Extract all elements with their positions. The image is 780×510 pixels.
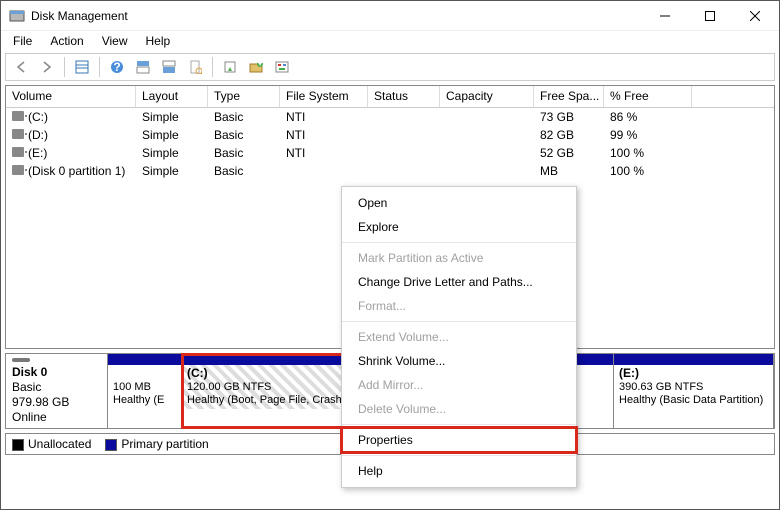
context-menu: Open Explore Mark Partition as Active Ch… — [341, 186, 577, 488]
svg-text:✦: ✦ — [255, 60, 263, 70]
volume-icon — [12, 111, 24, 121]
column-headers: Volume Layout Type File System Status Ca… — [6, 86, 774, 108]
volume-icon — [12, 129, 24, 139]
partition-block[interactable]: (E:)390.63 GB NTFSHealthy (Basic Data Pa… — [614, 354, 774, 428]
toolbar: ? ✦ — [5, 53, 775, 81]
menu-file[interactable]: File — [5, 32, 40, 50]
toolbar-details-icon[interactable] — [71, 56, 93, 78]
ctx-separator — [342, 321, 576, 322]
toolbar-separator — [99, 57, 100, 77]
volume-icon — [12, 147, 24, 157]
disk-type: Basic — [12, 380, 101, 394]
col-freespace[interactable]: Free Spa... — [534, 86, 604, 107]
legend-unallocated: Unallocated — [12, 437, 91, 451]
ctx-add-mirror: Add Mirror... — [342, 373, 576, 397]
ctx-format: Format... — [342, 294, 576, 318]
col-volume[interactable]: Volume — [6, 86, 136, 107]
ctx-explore[interactable]: Explore — [342, 215, 576, 239]
volume-icon — [12, 165, 24, 175]
back-button[interactable] — [10, 56, 32, 78]
ctx-open[interactable]: Open — [342, 191, 576, 215]
menu-view[interactable]: View — [94, 32, 136, 50]
col-layout[interactable]: Layout — [136, 86, 208, 107]
ctx-shrink-volume[interactable]: Shrink Volume... — [342, 349, 576, 373]
properties-icon[interactable] — [184, 56, 206, 78]
toolbar-separator — [64, 57, 65, 77]
ctx-delete-volume: Delete Volume... — [342, 397, 576, 421]
table-row[interactable]: (E:)SimpleBasicNTI52 GB100 % — [6, 144, 774, 162]
ctx-separator — [342, 242, 576, 243]
disk-icon — [12, 358, 30, 362]
forward-button[interactable] — [36, 56, 58, 78]
ctx-separator — [342, 455, 576, 456]
menu-action[interactable]: Action — [42, 32, 91, 50]
ctx-help[interactable]: Help — [342, 459, 576, 483]
ctx-separator — [342, 424, 576, 425]
table-row[interactable]: (D:)SimpleBasicNTI82 GB99 % — [6, 126, 774, 144]
menu-help[interactable]: Help — [138, 32, 179, 50]
app-icon — [9, 8, 25, 24]
maximize-button[interactable] — [687, 2, 732, 30]
ctx-properties[interactable]: Properties — [342, 428, 576, 452]
disk-label: Disk 0 — [12, 365, 101, 379]
volume-list: Volume Layout Type File System Status Ca… — [5, 85, 775, 349]
col-capacity[interactable]: Capacity — [440, 86, 534, 107]
toolbar-view-bottom-icon[interactable] — [158, 56, 180, 78]
swatch-primary — [105, 439, 117, 451]
svg-text:?: ? — [113, 60, 120, 74]
window-title: Disk Management — [31, 9, 642, 23]
swatch-unallocated — [12, 439, 24, 451]
legend-primary: Primary partition — [105, 437, 208, 451]
ctx-change-drive-letter[interactable]: Change Drive Letter and Paths... — [342, 270, 576, 294]
close-button[interactable] — [732, 2, 777, 30]
table-row[interactable]: (Disk 0 partition 1)SimpleBasicMB100 % — [6, 162, 774, 180]
disk-size: 979.98 GB — [12, 395, 101, 409]
col-filesystem[interactable]: File System — [280, 86, 368, 107]
ctx-extend-volume: Extend Volume... — [342, 325, 576, 349]
col-status[interactable]: Status — [368, 86, 440, 107]
ctx-mark-active: Mark Partition as Active — [342, 246, 576, 270]
settings-icon[interactable] — [271, 56, 293, 78]
col-type[interactable]: Type — [208, 86, 280, 107]
titlebar: Disk Management — [1, 1, 779, 31]
toolbar-separator — [212, 57, 213, 77]
new-partition-icon[interactable]: ✦ — [245, 56, 267, 78]
minimize-button[interactable] — [642, 2, 687, 30]
menubar: File Action View Help — [1, 31, 779, 51]
disk-status: Online — [12, 410, 101, 424]
toolbar-view-top-icon[interactable] — [132, 56, 154, 78]
help-icon[interactable]: ? — [106, 56, 128, 78]
col-pctfree[interactable]: % Free — [604, 86, 692, 107]
refresh-icon[interactable] — [219, 56, 241, 78]
table-row[interactable]: (C:)SimpleBasicNTI73 GB86 % — [6, 108, 774, 126]
partition-block[interactable]: 100 MBHealthy (E — [108, 354, 182, 428]
disk-info-cell[interactable]: Disk 0 Basic 979.98 GB Online — [6, 354, 108, 428]
